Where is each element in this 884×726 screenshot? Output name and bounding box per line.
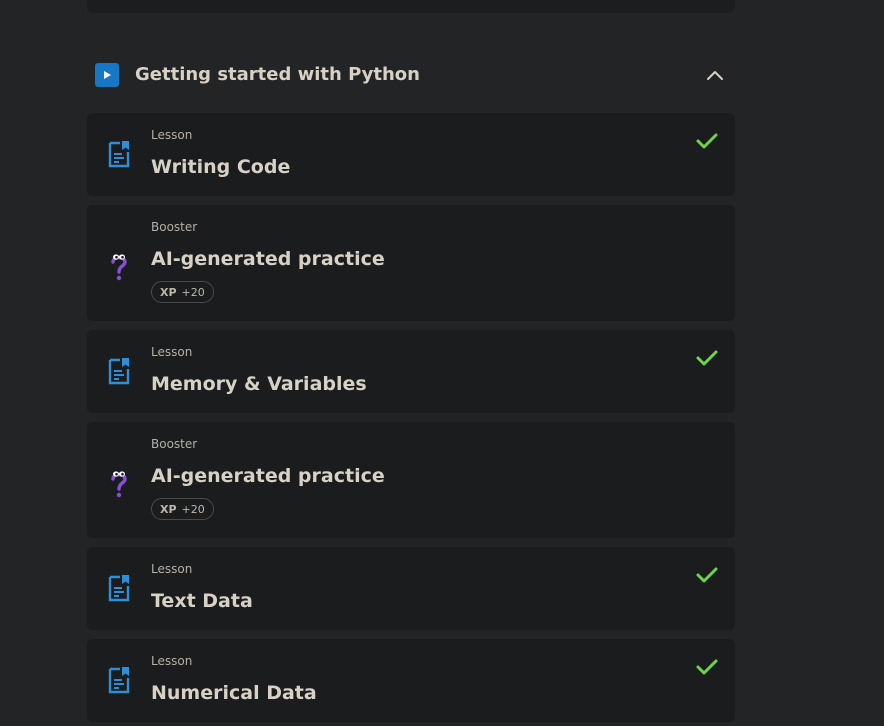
item-title: Memory & Variables [151, 373, 367, 395]
check-icon [695, 565, 719, 585]
item-title: Numerical Data [151, 682, 317, 704]
lesson-item-writing-code[interactable]: Lesson Writing Code [87, 113, 735, 196]
lesson-document-icon [107, 574, 131, 602]
xp-value: +20 [181, 285, 205, 299]
booster-item-ai-practice[interactable]: Booster AI-generated practice XP +20 [87, 422, 735, 538]
xp-badge: XP +20 [151, 281, 214, 303]
check-icon [695, 348, 719, 368]
item-kind-label: Lesson [151, 345, 193, 359]
play-icon [95, 63, 119, 87]
item-kind-label: Booster [151, 220, 198, 234]
item-title: AI-generated practice [151, 465, 385, 487]
xp-value: +20 [181, 502, 205, 516]
item-title: AI-generated practice [151, 248, 385, 270]
question-mascot-icon [107, 467, 131, 498]
chevron-up-icon[interactable] [703, 63, 727, 87]
item-kind-label: Lesson [151, 562, 193, 576]
lesson-item-numerical-data[interactable]: Lesson Numerical Data [87, 639, 735, 722]
item-kind-label: Booster [151, 437, 198, 451]
xp-label: XP [160, 502, 177, 516]
lesson-item-text-data[interactable]: Lesson Text Data [87, 547, 735, 630]
item-kind-label: Lesson [151, 654, 193, 668]
xp-label: XP [160, 285, 177, 299]
question-mascot-icon [107, 250, 131, 281]
check-icon [695, 657, 719, 677]
lesson-document-icon [107, 666, 131, 694]
item-title: Text Data [151, 590, 253, 612]
section-title: Getting started with Python [135, 64, 420, 85]
course-page: Getting started with Python Lesson Writi… [0, 0, 884, 726]
check-icon [695, 131, 719, 151]
xp-badge: XP +20 [151, 498, 214, 520]
booster-item-ai-practice[interactable]: Booster AI-generated practice XP +20 [87, 205, 735, 321]
item-title: Writing Code [151, 156, 291, 178]
section-header[interactable]: Getting started with Python [87, 50, 735, 100]
item-kind-label: Lesson [151, 128, 193, 142]
lesson-item-memory-variables[interactable]: Lesson Memory & Variables [87, 330, 735, 413]
lesson-document-icon [107, 140, 131, 168]
lesson-document-icon [107, 357, 131, 385]
previous-section-card [87, 0, 735, 13]
